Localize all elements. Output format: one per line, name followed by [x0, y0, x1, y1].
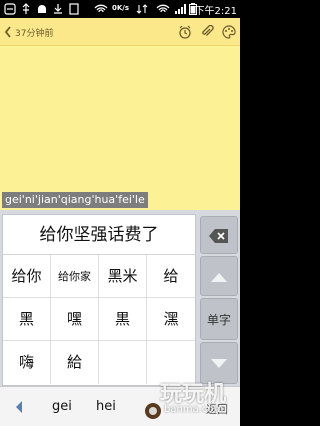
watermark: 玩玩机 banma.com: [142, 374, 240, 426]
sim-icon: [69, 3, 79, 15]
pinyin-option[interactable]: gei: [52, 399, 72, 414]
android-icon: [38, 5, 46, 13]
down-arrow-icon: [211, 359, 227, 368]
page-up-key[interactable]: [200, 256, 238, 296]
delete-icon: [209, 229, 228, 243]
candidate[interactable]: 给你家: [51, 255, 99, 298]
cell-signal-icon: [175, 4, 186, 14]
usb-icon: [22, 3, 30, 14]
chevron-left-icon: [4, 26, 11, 38]
candidate[interactable]: 嘿: [51, 298, 99, 341]
note-editor[interactable]: [0, 46, 240, 190]
candidate-panel: 给你坚强话费了 给你 给你家 黑米 给 黑 嘿 黒 潶 嗨 給: [2, 214, 196, 386]
alarm-icon[interactable]: [178, 25, 192, 39]
network-speed: 0K/s: [112, 4, 130, 12]
candidate[interactable]: 黒: [99, 298, 147, 341]
triangle-left-icon[interactable]: [14, 400, 24, 414]
delete-key[interactable]: [200, 216, 238, 254]
candidate[interactable]: 黑: [3, 298, 51, 341]
back-button[interactable]: 37分钟前: [4, 23, 53, 41]
candidate[interactable]: 嗨: [3, 341, 51, 384]
status-time: 下午2:21: [194, 6, 237, 17]
top-candidate[interactable]: 给你坚强话费了: [3, 215, 195, 255]
pinyin-composition: gei'ni'jian'qiang'hua'fei'le: [2, 192, 148, 208]
download-icon: [54, 4, 62, 14]
wifi-signal-icon: [156, 4, 170, 13]
wifi-icon: [94, 4, 108, 13]
candidate-empty: [99, 341, 147, 384]
status-bar: 0K/s 下午2:21: [0, 0, 240, 18]
up-arrow-icon: [211, 273, 227, 282]
transfer-icon: [136, 4, 148, 14]
note-header: 37分钟前: [0, 18, 240, 46]
note-timestamp: 37分钟前: [15, 28, 54, 39]
attachment-icon[interactable]: [200, 25, 214, 39]
candidate[interactable]: 潶: [147, 298, 195, 341]
candidate[interactable]: 给: [147, 255, 195, 298]
candidate[interactable]: 给你: [3, 255, 51, 298]
pinyin-option[interactable]: hei: [96, 399, 116, 414]
watermark-sub: banma.com: [164, 404, 224, 415]
palette-icon[interactable]: [222, 25, 236, 39]
composing-area: gei'ni'jian'qiang'hua'fei'le: [0, 190, 240, 210]
single-char-mode-key[interactable]: 单字: [200, 298, 238, 340]
candidate[interactable]: 給: [51, 341, 99, 384]
mode-label: 单字: [206, 313, 231, 327]
ime-keyboard: 给你坚强话费了 给你 给你家 黑米 给 黑 嘿 黒 潶 嗨 給 单字 gei h…: [0, 210, 240, 426]
candidate[interactable]: 黑米: [99, 255, 147, 298]
notification-icon: [4, 3, 16, 15]
